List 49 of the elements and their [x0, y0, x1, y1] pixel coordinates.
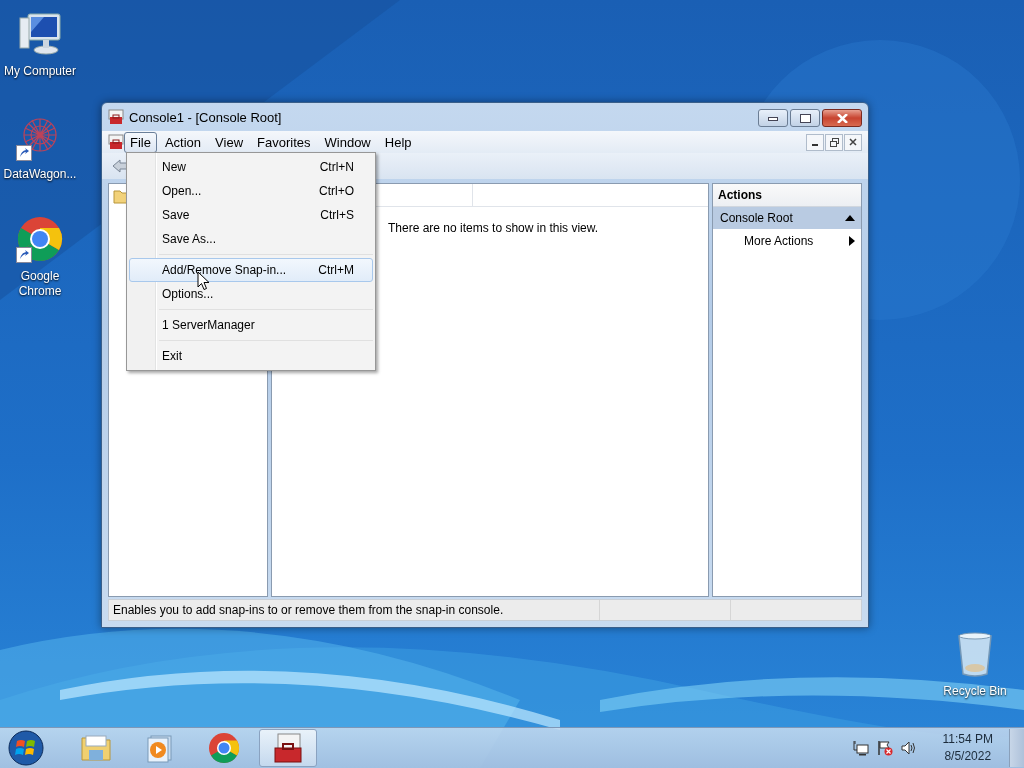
action-item[interactable]: More Actions [713, 229, 861, 253]
menu-item[interactable]: View [209, 131, 250, 153]
toolbox-icon [272, 732, 304, 764]
maximize-button[interactable] [790, 109, 820, 127]
menu-entry[interactable]: Save As... [129, 227, 373, 251]
collapse-triangle-icon[interactable] [845, 215, 855, 221]
chrome-icon [208, 732, 240, 764]
menu-entry[interactable]: Save Ctrl+S [129, 203, 373, 227]
menu-item[interactable]: Favorites [251, 131, 317, 153]
clock-time: 11:54 PM [942, 731, 993, 748]
console-icon[interactable] [108, 134, 124, 150]
restore-button[interactable] [825, 133, 843, 151]
maximize-icon[interactable] [799, 113, 811, 123]
clock[interactable]: 11:54 PM 8/5/2022 [942, 731, 993, 765]
start-button[interactable] [7, 729, 45, 767]
console-icon [108, 109, 124, 125]
menu-entry[interactable]: Add/Remove Snap-in... Ctrl+M [129, 258, 373, 282]
menu-item[interactable]: Window [318, 131, 377, 153]
minimize-button[interactable] [758, 109, 788, 127]
minimize-button[interactable] [806, 133, 824, 151]
icon-label: Google Chrome [17, 269, 63, 299]
close-button[interactable] [844, 133, 862, 151]
menu-item[interactable]: File [124, 131, 157, 153]
flag-icon[interactable] [876, 740, 893, 756]
folder-icon [80, 732, 112, 764]
clock-date: 8/5/2022 [944, 748, 992, 765]
icon-label: DataWagon... [2, 167, 78, 182]
menu-item[interactable]: Help [378, 131, 418, 153]
close-button[interactable] [822, 109, 862, 127]
empty-message: There are no items to show in this view. [388, 221, 600, 235]
menu-entry[interactable]: Exit [129, 344, 373, 368]
menu-entry[interactable]: 1 ServerManager [129, 313, 373, 337]
back-arrow-icon[interactable] [112, 159, 128, 173]
restore-icon[interactable] [829, 137, 839, 147]
close-icon[interactable] [849, 138, 857, 146]
minimize-icon[interactable] [768, 115, 778, 121]
menu-entry[interactable]: Open... Ctrl+O [129, 179, 373, 203]
menu-item[interactable]: Action [158, 131, 208, 153]
computer-icon[interactable] [16, 10, 64, 58]
speaker-icon[interactable] [900, 740, 917, 756]
section-header[interactable]: Console Root [713, 207, 861, 229]
icon-label: My Computer [3, 64, 77, 79]
menu-entry[interactable]: Options... [129, 282, 373, 306]
network-icon[interactable] [852, 740, 869, 756]
actions-heading: Actions [713, 184, 861, 207]
window-title: Console1 - [Console Root] [129, 109, 282, 125]
status-text: Enables you to add snap-ins to or remove them from the snap-in console. [113, 603, 505, 617]
icon-label: Recycle Bin [942, 684, 1008, 699]
taskbar-button[interactable] [259, 729, 317, 767]
